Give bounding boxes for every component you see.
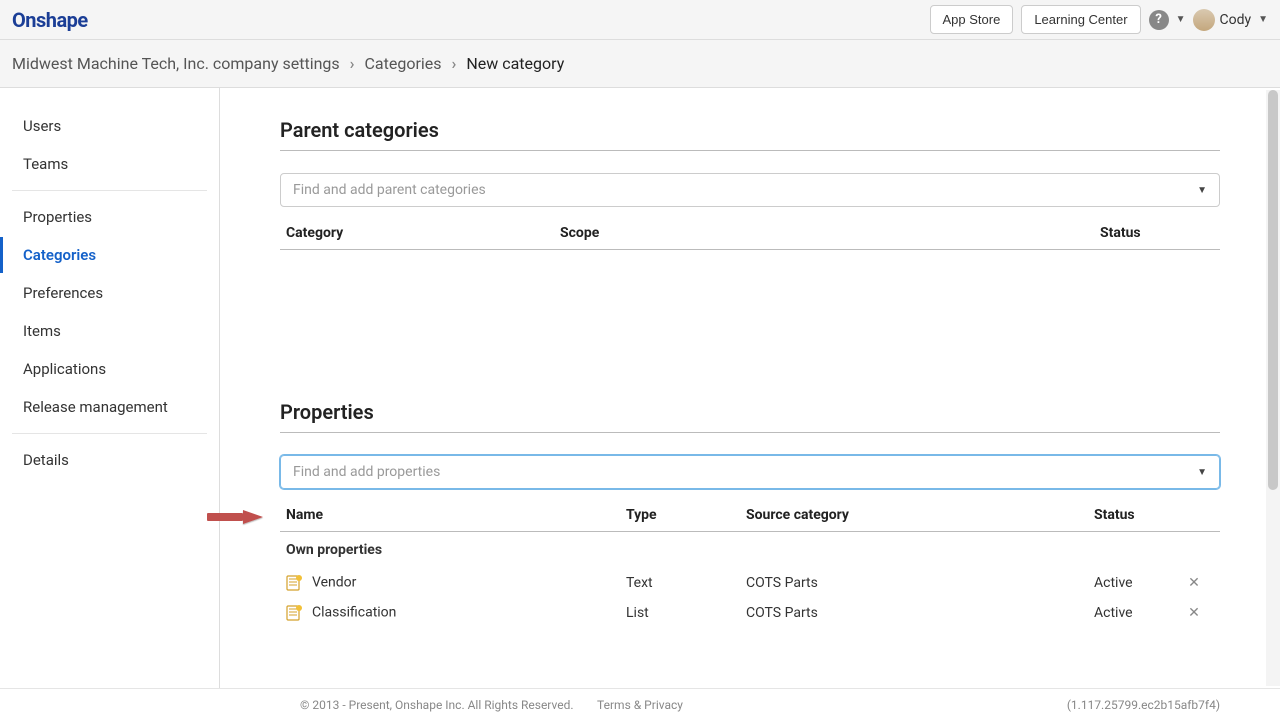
help-icon: ? — [1149, 10, 1169, 30]
app-store-button[interactable]: App Store — [930, 5, 1014, 34]
chevron-right-icon: › — [350, 54, 355, 73]
topbar-right: App Store Learning Center ? ▼ Cody ▼ — [930, 5, 1269, 34]
learning-center-button[interactable]: Learning Center — [1021, 5, 1140, 34]
footer-version: (1.117.25799.ec2b15afb7f4) — [1067, 698, 1220, 712]
sidebar-item-applications[interactable]: Applications — [0, 351, 219, 387]
user-menu[interactable]: Cody ▼ — [1193, 9, 1268, 31]
sidebar-item-users[interactable]: Users — [0, 108, 219, 144]
chevron-right-icon: › — [452, 54, 457, 73]
col-source: Source category — [746, 507, 1094, 523]
divider — [280, 150, 1220, 151]
col-status: Status — [1100, 225, 1180, 241]
sidebar-item-details[interactable]: Details — [0, 442, 219, 478]
divider — [12, 433, 207, 434]
sidebar-item-release-management[interactable]: Release management — [0, 389, 219, 425]
chevron-down-icon: ▼ — [1197, 467, 1207, 478]
prop-type: Text — [626, 575, 746, 591]
annotation-arrow-icon — [205, 502, 265, 536]
topbar: Onshape App Store Learning Center ? ▼ Co… — [0, 0, 1280, 40]
properties-combo[interactable]: Find and add properties ▼ — [280, 455, 1220, 489]
section-title-properties: Properties — [280, 400, 1220, 424]
chevron-down-icon: ▼ — [1258, 14, 1268, 25]
section-title-parent: Parent categories — [280, 118, 1220, 142]
breadcrumb-categories[interactable]: Categories — [365, 54, 442, 73]
col-status: Status — [1094, 507, 1174, 523]
sidebar-group-3: Details — [0, 442, 219, 478]
app-logo: Onshape — [12, 8, 88, 32]
help-menu[interactable]: ? ▼ — [1149, 10, 1186, 30]
col-scope: Scope — [560, 225, 1100, 241]
prop-name: Classification — [280, 604, 626, 622]
main-content: Parent categories Find and add parent ca… — [220, 88, 1280, 688]
breadcrumb-company[interactable]: Midwest Machine Tech, Inc. company setti… — [12, 54, 340, 73]
chevron-down-icon: ▼ — [1197, 185, 1207, 196]
breadcrumb: Midwest Machine Tech, Inc. company setti… — [0, 40, 1280, 88]
empty-space — [280, 250, 1220, 400]
col-name: Name — [280, 507, 626, 523]
table-row: ClassificationListCOTS PartsActive ✕ — [280, 598, 1220, 628]
sidebar-item-categories[interactable]: Categories — [0, 237, 219, 273]
col-type: Type — [626, 507, 746, 523]
combo-placeholder: Find and add parent categories — [293, 182, 486, 198]
properties-rows: VendorTextCOTS PartsActive✕Classificatio… — [280, 568, 1220, 628]
vertical-scrollbar[interactable] — [1266, 90, 1280, 686]
remove-icon[interactable]: ✕ — [1188, 575, 1200, 591]
sidebar-item-preferences[interactable]: Preferences — [0, 275, 219, 311]
footer-terms[interactable]: Terms & Privacy — [597, 698, 683, 712]
properties-table-header: Name Type Source category Status — [280, 507, 1220, 532]
parent-category-combo[interactable]: Find and add parent categories ▼ — [280, 173, 1220, 207]
breadcrumb-current: New category — [466, 54, 564, 73]
prop-name: Vendor — [280, 574, 626, 592]
chevron-down-icon: ▼ — [1176, 14, 1186, 25]
parent-table-header: Category Scope Status — [280, 225, 1220, 250]
sidebar-item-properties[interactable]: Properties — [0, 199, 219, 235]
scrollbar-thumb[interactable] — [1268, 90, 1278, 490]
divider — [280, 432, 1220, 433]
sidebar-group-1: UsersTeams — [0, 108, 219, 182]
avatar — [1193, 9, 1215, 31]
col-category: Category — [280, 225, 560, 241]
divider — [12, 190, 207, 191]
col-action — [1174, 507, 1214, 523]
sidebar-item-teams[interactable]: Teams — [0, 146, 219, 182]
properties-section: Properties Find and add properties ▼ Nam… — [280, 400, 1220, 628]
combo-placeholder: Find and add properties — [293, 464, 440, 480]
sidebar-item-items[interactable]: Items — [0, 313, 219, 349]
prop-source: COTS Parts — [746, 605, 1094, 621]
table-row: VendorTextCOTS PartsActive ✕ — [280, 568, 1220, 598]
prop-type: List — [626, 605, 746, 621]
prop-source: COTS Parts — [746, 575, 1094, 591]
sidebar: UsersTeams PropertiesCategoriesPreferenc… — [0, 88, 220, 688]
remove-icon[interactable]: ✕ — [1188, 605, 1200, 621]
sidebar-group-2: PropertiesCategoriesPreferencesItemsAppl… — [0, 199, 219, 425]
footer: © 2013 - Present, Onshape Inc. All Right… — [0, 688, 1280, 720]
prop-status: Active — [1094, 575, 1174, 591]
body: UsersTeams PropertiesCategoriesPreferenc… — [0, 88, 1280, 688]
footer-copyright: © 2013 - Present, Onshape Inc. All Right… — [300, 698, 574, 712]
parent-categories-section: Parent categories Find and add parent ca… — [280, 118, 1220, 400]
prop-status: Active — [1094, 605, 1174, 621]
own-properties-label: Own properties — [280, 532, 1220, 568]
username: Cody — [1219, 12, 1251, 28]
